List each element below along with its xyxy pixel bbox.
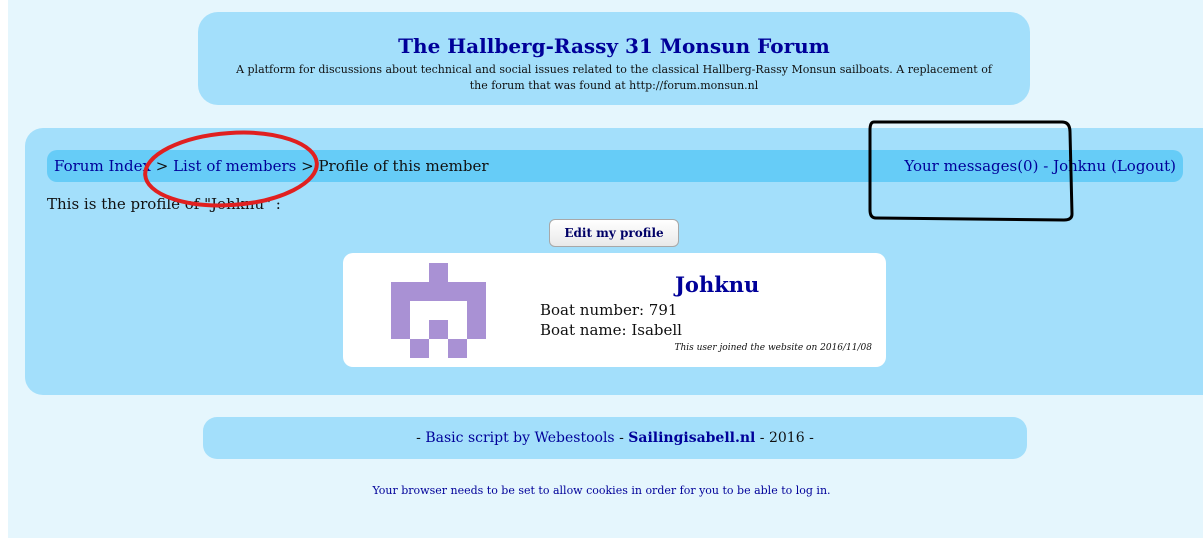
breadcrumb: Forum Index > List of members > Profile … [54,150,489,182]
logout-link[interactable]: (Logout) [1111,157,1176,175]
profile-card: Johknu Boat number: 791 Boat name: Isabe… [343,253,886,367]
webestools-link[interactable]: Basic script by Webestools [425,430,614,446]
footer-year: - 2016 - [755,430,814,446]
your-messages-link[interactable]: Your messages(0) [904,157,1038,175]
breadcrumb-list-of-members-link[interactable]: List of members [173,157,296,175]
breadcrumb-forum-index-link[interactable]: Forum Index [54,157,151,175]
breadcrumb-separator: > [296,157,319,175]
edit-profile-button[interactable]: Edit my profile [549,219,679,247]
user-navigation: Your messages(0) - Johknu (Logout) [904,150,1176,182]
cookie-notice: Your browser needs to be set to allow co… [372,484,831,497]
boat-number: Boat number: 791 [540,301,678,319]
site-footer: - Basic script by Webestools - Sailingis… [203,417,1027,459]
breadcrumb-separator: > [150,157,174,175]
sailingisabell-link[interactable]: Sailingisabell.nl [628,430,755,446]
user-nav-dash: - [1038,157,1054,175]
site-title: The Hallberg-Rassy 31 Monsun Forum [398,34,830,58]
boat-name: Boat name: Isabell [540,321,682,339]
avatar-identicon-icon [391,263,486,358]
username-link[interactable]: Johknu [1053,157,1106,175]
member-joined-date: This user joined the website on 2016/11/… [674,343,872,353]
footer-prefix: - [416,430,426,446]
site-description: A platform for discussions about technic… [236,63,992,92]
main-content: Forum Index > List of members > Profile … [25,128,1203,395]
breadcrumb-current-page: Profile of this member [318,157,489,175]
site-header: The Hallberg-Rassy 31 Monsun Forum A pla… [198,12,1030,105]
footer-separator: - [614,430,629,446]
profile-intro-text: This is the profile of "Johknu" : [47,195,281,213]
member-name: Johknu [675,272,760,297]
navigation-bar: Forum Index > List of members > Profile … [47,150,1183,182]
member-avatar [391,263,486,358]
